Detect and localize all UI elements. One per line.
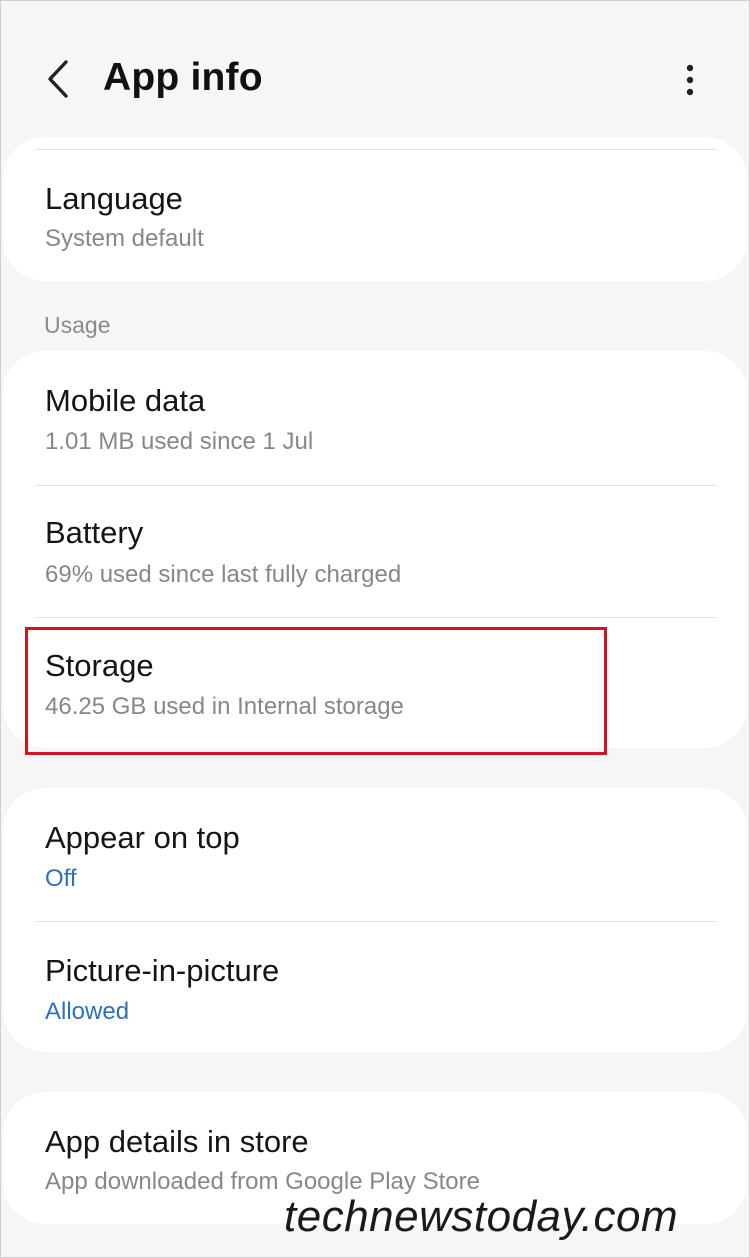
back-button[interactable] (40, 56, 76, 102)
language-row[interactable]: Language System default (3, 149, 747, 281)
battery-row[interactable]: Battery 69% used since last fully charge… (3, 485, 747, 618)
more-options-button[interactable] (672, 58, 708, 102)
mobile-data-row[interactable]: Mobile data 1.01 MB used since 1 Jul (3, 351, 747, 485)
page-title: App info (103, 56, 263, 99)
appear-on-top-title: Appear on top (45, 820, 240, 855)
appear-on-top-row[interactable]: Appear on top Off (3, 788, 747, 921)
mobile-data-title: Mobile data (45, 383, 206, 418)
app-bar: App info (0, 0, 750, 140)
usage-section-label: Usage (44, 312, 111, 338)
picture-in-picture-value: Allowed (45, 998, 130, 1025)
battery-title: Battery (45, 515, 144, 550)
battery-value: 69% used since last fully charged (45, 561, 402, 588)
more-vertical-icon (686, 64, 694, 96)
language-value: System default (45, 225, 204, 252)
language-card: Language System default (3, 137, 747, 281)
permissions-card: Appear on top Off Picture-in-picture All… (3, 788, 747, 1052)
mobile-data-value: 1.01 MB used since 1 Jul (45, 428, 314, 455)
storage-highlight-box (25, 627, 607, 755)
appear-on-top-value: Off (45, 865, 77, 892)
picture-in-picture-row[interactable]: Picture-in-picture Allowed (3, 921, 747, 1052)
chevron-left-icon (48, 60, 68, 98)
language-title: Language (45, 181, 183, 216)
app-details-title: App details in store (45, 1124, 309, 1159)
watermark: technewstoday.com (284, 1192, 679, 1241)
picture-in-picture-title: Picture-in-picture (45, 953, 280, 988)
